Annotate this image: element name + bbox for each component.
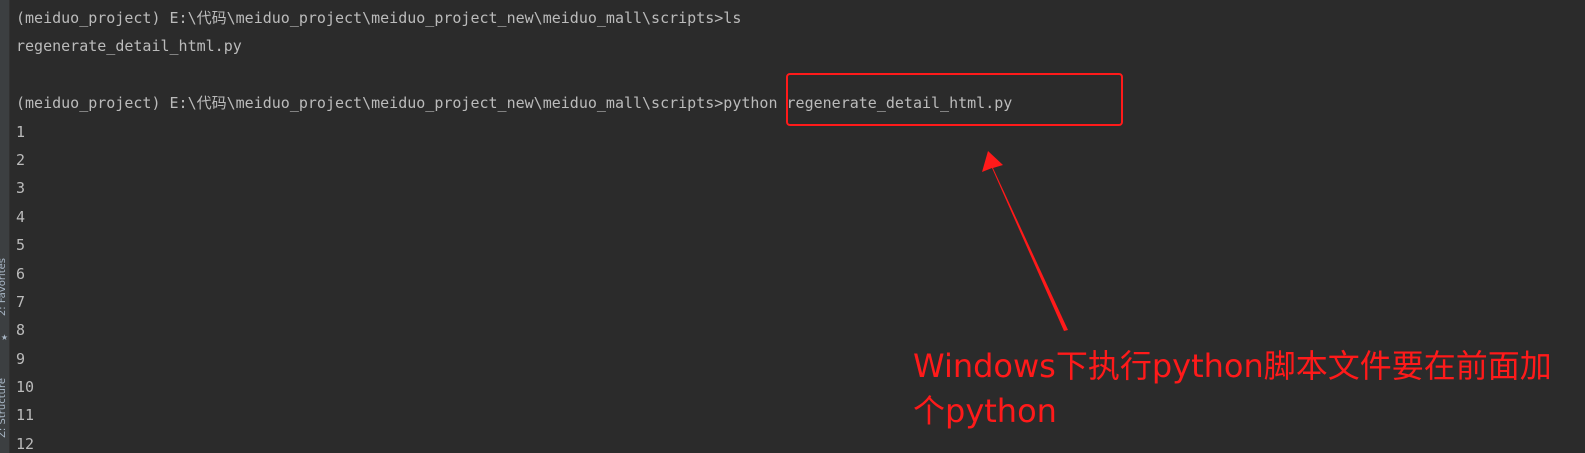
terminal-line: regenerate_detail_html.py	[16, 37, 242, 56]
terminal-line: 6	[16, 264, 26, 283]
terminal-line: 4	[16, 207, 26, 226]
annotation-text: Windows下执行python脚本文件要在前面加个python	[913, 347, 1552, 430]
terminal-line: 9	[16, 349, 26, 368]
highlight-box	[786, 73, 1123, 126]
tool-window-strip: 2: Favorites ★ Z: Structure	[0, 0, 10, 453]
terminal-line: 5	[16, 236, 26, 255]
terminal-screenshot: 2: Favorites ★ Z: Structure (meiduo_proj…	[0, 0, 1585, 453]
terminal-line: 12	[16, 434, 35, 453]
terminal-line: 10	[16, 378, 35, 397]
terminal-line: (meiduo_project) E:\代码\meiduo_project\me…	[16, 9, 742, 27]
star-icon: ★	[0, 333, 9, 342]
terminal-output[interactable]: (meiduo_project) E:\代码\meiduo_project\me…	[16, 4, 1012, 453]
terminal-line: 11	[16, 406, 35, 425]
terminal-line: 3	[16, 179, 26, 198]
structure-tab[interactable]: Z: Structure	[0, 378, 10, 438]
terminal-line: 2	[16, 150, 26, 169]
terminal-line: 7	[16, 292, 26, 311]
favorites-tab[interactable]: 2: Favorites	[0, 258, 10, 316]
terminal-line: 8	[16, 321, 26, 340]
